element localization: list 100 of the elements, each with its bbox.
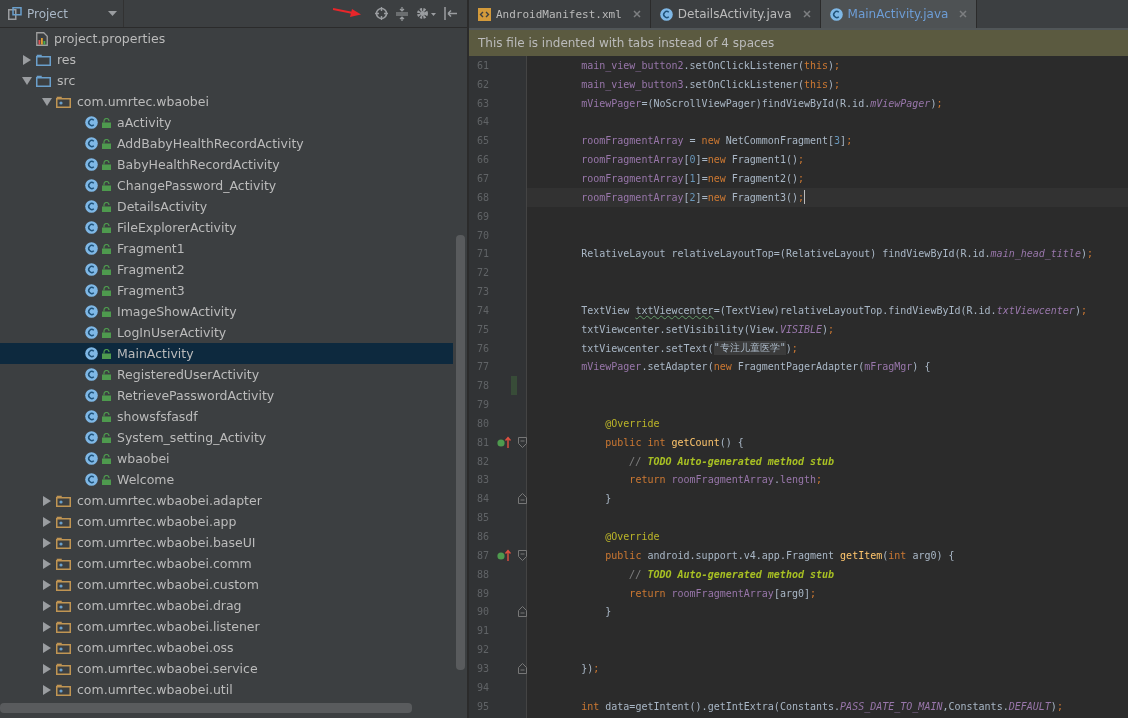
code-text: () { [719,436,744,448]
notification-bar: This file is indented with tabs instead of 4 spaces [469,30,1128,56]
expand-arrow-icon[interactable] [42,621,52,632]
code-text: mFragMgr [864,361,913,373]
expand-arrow-icon[interactable] [42,579,52,590]
editor-tab[interactable]: MainActivity.java [820,0,978,28]
lock-icon [102,327,111,338]
tree-item[interactable]: aActivity [0,112,453,133]
fold-icon[interactable] [517,493,527,505]
lock-icon [102,390,111,401]
code-text: main_head_title [990,248,1081,260]
tree-item[interactable]: FileExplorerActivity [0,217,453,238]
tree-item[interactable]: System_setting_Activity [0,427,453,448]
override-icon[interactable] [497,549,511,562]
fold-icon[interactable] [517,549,527,561]
collapse-icon[interactable] [396,6,408,21]
code-text: return [629,587,667,599]
tree-item[interactable]: com.umrtec.wbaobei.util [0,679,453,700]
tree-item[interactable]: com.umrtec.wbaobei.drag [0,595,453,616]
tree-item[interactable]: com.umrtec.wbaobei.service [0,658,453,679]
close-icon[interactable] [632,10,641,18]
tree-item[interactable]: com.umrtec.wbaobei.oss [0,637,453,658]
expand-arrow-icon[interactable] [42,537,52,548]
tree-item[interactable]: showsfsfasdf [0,406,453,427]
tree-item[interactable]: AddBabyHealthRecordActivity [0,133,453,154]
code-text: .setOnClickListener( [683,78,804,90]
code-text: ; [810,587,817,599]
tree-item[interactable]: com.umrtec.wbaobei.listener [0,616,453,637]
tree-item[interactable]: res [0,49,453,70]
scrollbar[interactable] [0,703,412,713]
tree-item[interactable]: ChangePassword_Activity [0,175,453,196]
scrollbar[interactable] [456,235,465,670]
tree-item[interactable]: project.properties [0,28,453,49]
expand-arrow-icon[interactable] [42,495,52,506]
code-text: [ [683,154,690,166]
collapse-arrow-icon[interactable] [42,96,52,107]
fold-icon[interactable] [517,436,527,448]
override-icon[interactable] [497,436,511,449]
tree-item[interactable]: RetrievePasswordActivity [0,385,453,406]
code-text: ; [834,59,841,71]
code-text: 1 [689,173,696,184]
locate-icon[interactable] [375,7,388,20]
code-text: ; [936,97,943,109]
close-icon[interactable] [802,10,811,18]
lock-icon [102,453,111,464]
tree-item[interactable]: LogInUserActivity [0,322,453,343]
tree-item[interactable]: ImageShowActivity [0,301,453,322]
tree-item[interactable]: DetailsActivity [0,196,453,217]
code-text: ]= [695,191,708,203]
code-text: ; [834,78,841,90]
fold-icon[interactable] [517,606,527,618]
expand-arrow-icon[interactable] [42,516,52,527]
view-selector[interactable]: Project [0,0,124,27]
expand-arrow-icon[interactable] [22,54,32,65]
code-text: } [605,606,612,618]
tree-item[interactable]: BabyHealthRecordActivity [0,154,453,175]
code-editor[interactable] [469,56,1128,718]
expand-arrow-icon[interactable] [42,684,52,695]
class-icon [85,263,98,276]
expand-arrow-icon[interactable] [42,663,52,674]
tree-item[interactable]: com.umrtec.wbaobei.custom [0,574,453,595]
change-marker[interactable] [511,376,517,396]
code-text: 3 [834,135,841,147]
code-text: ; [846,135,853,147]
expand-arrow-icon[interactable] [42,642,52,653]
code-text: ) [822,323,829,335]
class-icon [85,326,98,339]
package-icon [56,536,71,549]
tree-item[interactable]: com.umrtec.wbaobei.baseUI [0,532,453,553]
settings-icon[interactable] [416,7,436,20]
fold-icon[interactable] [517,662,527,674]
tree-item[interactable]: com.umrtec.wbaobei [0,91,453,112]
class-icon [85,116,98,129]
lock-icon [102,474,111,485]
tree-item[interactable]: com.umrtec.wbaobei.app [0,511,453,532]
code-text: // [629,568,643,580]
code-text: ; [1080,304,1087,316]
code-text: ]= [695,154,708,166]
code-text: PASS_DATE_TO_MAIN [840,700,943,712]
code-text: ) [1050,700,1057,712]
class-icon [659,7,673,21]
tree-item[interactable]: Fragment2 [0,259,453,280]
code-text: roomFragmentArray [581,135,684,147]
tree-item[interactable]: wbaobei [0,448,453,469]
tree-item[interactable]: com.umrtec.wbaobei.comm [0,553,453,574]
tree-item[interactable]: RegisteredUserActivity [0,364,453,385]
lock-icon [102,264,111,275]
tree-item[interactable]: Fragment3 [0,280,453,301]
code-text: txtViewcenter [996,304,1075,316]
tree-item[interactable]: src [0,70,453,91]
collapse-arrow-icon[interactable] [22,75,32,86]
hide-panel-icon[interactable] [444,7,457,20]
code-text: roomFragmentArray [581,173,684,184]
code-text: .setAdapter( [641,361,714,373]
tree-item[interactable]: MainActivity [0,343,453,364]
expand-arrow-icon[interactable] [42,600,52,611]
tree-item[interactable]: com.umrtec.wbaobei.adapter [0,490,453,511]
tree-item[interactable]: Welcome [0,469,453,490]
tree-item[interactable]: Fragment1 [0,238,453,259]
expand-arrow-icon[interactable] [42,558,52,569]
